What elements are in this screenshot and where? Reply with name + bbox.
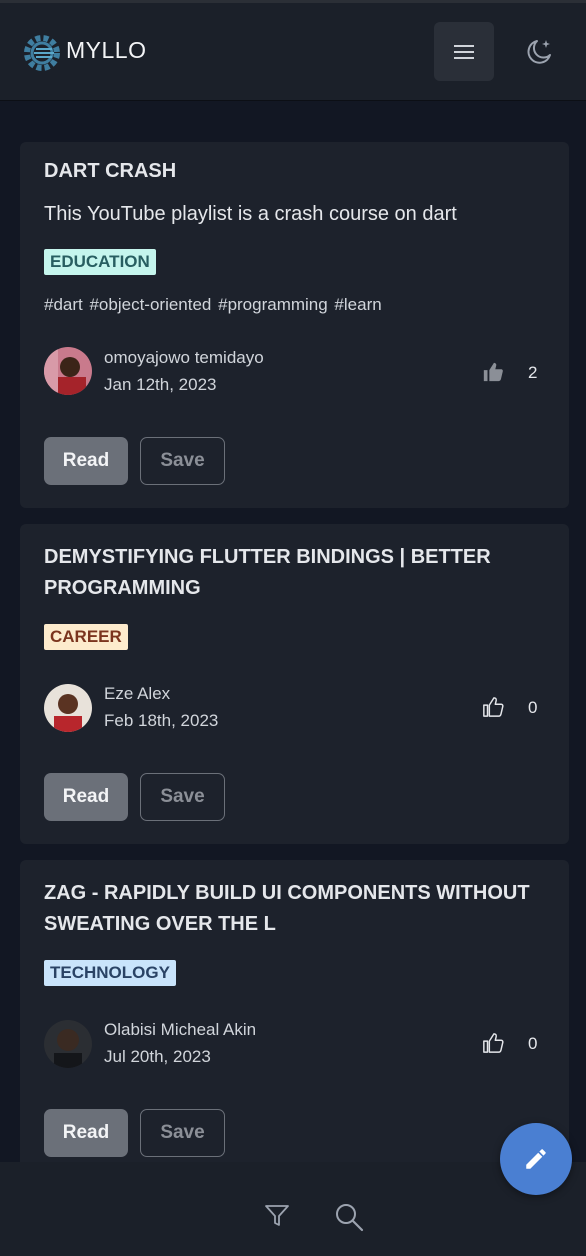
post-description: This YouTube playlist is a crash course … <box>44 203 457 225</box>
author-avatar[interactable] <box>44 684 92 732</box>
pencil-icon <box>526 1149 546 1169</box>
cog-circuit-icon[interactable] <box>22 33 62 73</box>
category-badge: CAREER <box>44 624 128 650</box>
post-date: Jan 12th, 2023 <box>104 375 217 394</box>
menu-button[interactable] <box>434 22 494 81</box>
author-avatar[interactable] <box>44 1020 92 1068</box>
post-title[interactable]: DART CRASH <box>44 156 544 187</box>
moon-stars-icon[interactable] <box>524 36 554 66</box>
like-count: 2 <box>528 363 538 382</box>
like-count: 0 <box>528 1034 538 1053</box>
like-count: 0 <box>528 698 538 717</box>
read-button[interactable]: Read <box>44 1109 128 1157</box>
bottom-toolbar <box>0 1162 586 1256</box>
read-button[interactable]: Read <box>44 437 128 485</box>
post-tags: #dart #object-oriented #programming #lea… <box>44 295 382 314</box>
post-title[interactable]: ZAG - RAPIDLY BUILD UI COMPONENTS WITHOU… <box>44 878 544 940</box>
brand-name[interactable]: MYLLO <box>66 37 146 64</box>
post-card: ZAG - RAPIDLY BUILD UI COMPONENTS WITHOU… <box>20 860 569 1162</box>
save-button[interactable]: Save <box>140 773 225 821</box>
author-name[interactable]: Eze Alex <box>104 684 170 704</box>
category-badge: TECHNOLOGY <box>44 960 176 986</box>
top-navbar: MYLLO <box>0 0 586 101</box>
filter-icon[interactable] <box>264 1204 290 1228</box>
post-title[interactable]: DEMYSTIFYING FLUTTER BINDINGS | BETTER P… <box>44 542 544 604</box>
thumbs-up-icon[interactable] <box>482 1032 504 1054</box>
author-avatar[interactable] <box>44 347 92 395</box>
category-badge: EDUCATION <box>44 249 156 275</box>
thumbs-up-icon[interactable] <box>482 696 504 718</box>
post-date: Feb 18th, 2023 <box>104 711 219 730</box>
save-button[interactable]: Save <box>140 1109 225 1157</box>
author-name[interactable]: omoyajowo temidayo <box>104 348 264 368</box>
compose-fab[interactable] <box>500 1123 572 1195</box>
read-button[interactable]: Read <box>44 773 128 821</box>
thumbs-up-icon[interactable] <box>482 361 504 383</box>
post-card: DEMYSTIFYING FLUTTER BINDINGS | BETTER P… <box>20 524 569 844</box>
hamburger-icon <box>454 44 474 59</box>
search-icon[interactable] <box>334 1202 364 1232</box>
post-date: Jul 20th, 2023 <box>104 1047 211 1066</box>
author-name[interactable]: Olabisi Micheal Akin <box>104 1020 256 1040</box>
post-card: DART CRASH This YouTube playlist is a cr… <box>20 142 569 508</box>
save-button[interactable]: Save <box>140 437 225 485</box>
post-feed[interactable]: DART CRASH This YouTube playlist is a cr… <box>0 101 586 1162</box>
